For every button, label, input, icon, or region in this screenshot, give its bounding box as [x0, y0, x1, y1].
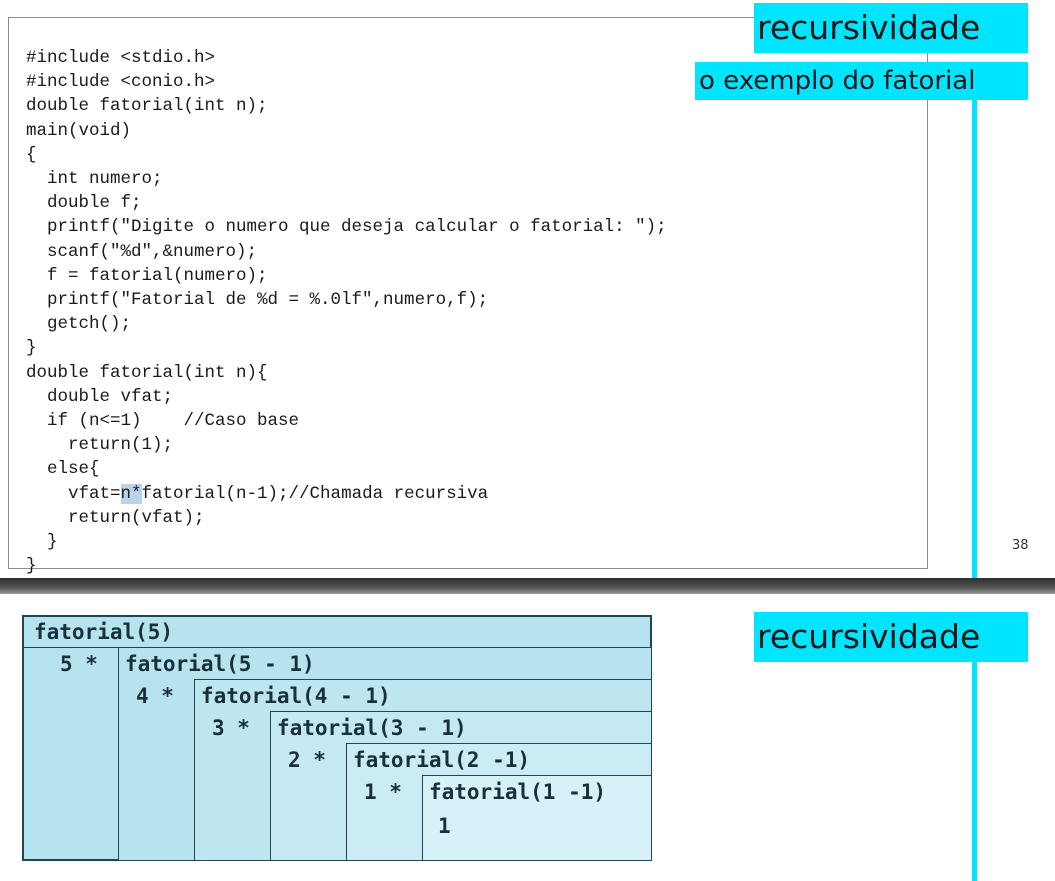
call-prefix: 1 * — [364, 780, 402, 804]
call-text: fatorial(5 - 1) — [125, 652, 315, 676]
call-text: fatorial(4 - 1) — [201, 684, 391, 708]
slide-39: recursividade fatorial(5) 5 * fatorial(5… — [0, 594, 1055, 881]
call-text: fatorial(5) — [34, 620, 174, 644]
slide-divider — [0, 578, 1055, 594]
code-listing: #include <stdio.h> #include <conio.h> do… — [26, 46, 667, 578]
call-prefix: 4 * — [136, 684, 174, 708]
call-text: fatorial(3 - 1) — [277, 716, 467, 740]
page-number: 38 — [1012, 538, 1029, 553]
code-selected-text: n* — [120, 483, 142, 504]
accent-line — [972, 100, 977, 578]
call-text: fatorial(1 -1) — [429, 780, 607, 804]
slide-38: #include <stdio.h> #include <conio.h> do… — [0, 0, 1055, 578]
slide-subtitle: o exemplo do fatorial — [695, 62, 1028, 100]
accent-line — [972, 662, 977, 881]
call-prefix: 5 * — [60, 652, 98, 676]
call-prefix: 3 * — [212, 716, 250, 740]
base-case-result: 1 — [438, 814, 451, 838]
slide-title: recursividade — [754, 3, 1028, 53]
slide-title: recursividade — [754, 612, 1028, 662]
code-text-before: #include <stdio.h> #include <conio.h> do… — [26, 48, 667, 504]
recursion-diagram: fatorial(5) 5 * fatorial(5 - 1) 4 * fato… — [22, 615, 652, 861]
call-prefix: 2 * — [288, 748, 326, 772]
call-text: fatorial(2 -1) — [353, 748, 531, 772]
row-divider — [24, 647, 650, 648]
